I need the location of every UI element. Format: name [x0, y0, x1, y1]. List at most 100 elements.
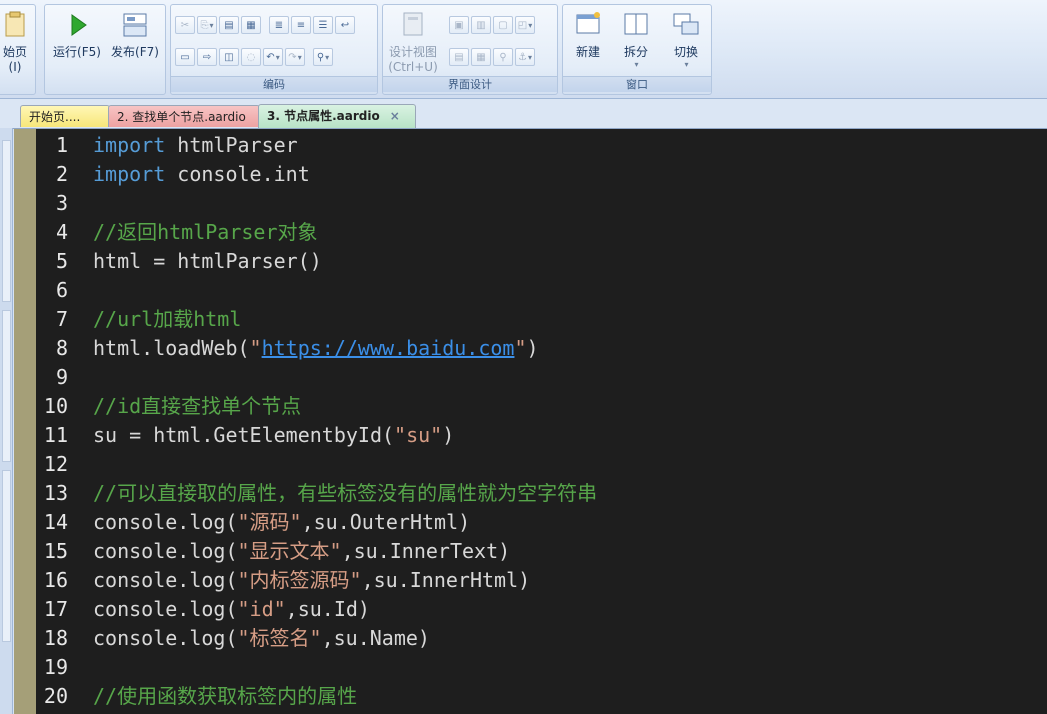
code-line[interactable]: 3: [56, 189, 1047, 218]
design-view-label: 设计视图: [388, 45, 437, 59]
side-panel-tab-3[interactable]: [2, 470, 11, 642]
line-number: 4: [55, 220, 68, 244]
line-number: 19: [43, 655, 68, 679]
clear-icon[interactable]: ◌: [241, 48, 261, 66]
split-button[interactable]: 拆分 ▾: [615, 11, 657, 69]
code-line[interactable]: 18 console.log("标签名",su.Name): [44, 624, 1047, 653]
tab-find-single-node[interactable]: 2. 查找单个节点.aardio: [108, 105, 260, 127]
code-line[interactable]: 16 console.log("内标签源码",su.InnerHtml): [44, 566, 1047, 595]
comment-icon[interactable]: ▭: [175, 48, 195, 66]
paste-icon[interactable]: ▤: [219, 16, 239, 34]
comment-token: //可以直接取的属性，有些标签没有的属性就为空字符串: [93, 481, 598, 505]
code-line[interactable]: 8 html.loadWeb("https://www.baidu.com"): [56, 334, 1047, 363]
url-link[interactable]: https://www.baidu.com: [262, 336, 515, 360]
close-tab-icon[interactable]: ×: [390, 109, 400, 123]
publish-button[interactable]: 发布(F7): [107, 11, 163, 60]
line-number: 20: [43, 684, 68, 708]
line-number: 3: [55, 191, 68, 215]
home-page-button[interactable]: 始页(I): [0, 11, 33, 74]
code-text: console.log(: [93, 597, 238, 621]
tab-node-properties-label: 3. 节点属性.aardio: [267, 109, 380, 123]
publish-label: 发布(F7): [111, 45, 159, 59]
code-text: ,su.OuterHtml): [301, 510, 471, 534]
window-group-label: 窗口: [563, 76, 711, 92]
code-text: su = html.GetElementbyId(: [93, 423, 395, 447]
code-line[interactable]: 10 //id直接查找单个节点: [44, 392, 1047, 421]
string-token: ": [514, 336, 527, 360]
code-line[interactable]: 6: [56, 276, 1047, 305]
code-line[interactable]: 5 html = htmlParser(): [56, 247, 1047, 276]
line-number: 15: [43, 539, 68, 563]
line-number: 18: [43, 626, 68, 650]
pin-icon[interactable]: ⚲: [493, 48, 513, 66]
code-text: console.int: [165, 162, 310, 186]
indent-icon[interactable]: ≣: [269, 16, 289, 34]
line-number: 10: [43, 394, 68, 418]
ribbon-group-start: 始页(I): [0, 4, 36, 95]
tab-node-properties[interactable]: 3. 节点属性.aardio ×: [258, 104, 416, 128]
line-number: 11: [43, 423, 68, 447]
code-text: html.loadWeb(: [93, 336, 250, 360]
switch-button[interactable]: 切换 ▾: [663, 11, 709, 69]
string-token: "标签名": [237, 626, 322, 650]
line-number: 2: [55, 162, 68, 186]
code-line[interactable]: 2 import console.int: [56, 160, 1047, 189]
ui-design-group-label: 界面设计: [383, 76, 557, 92]
anchor-icon[interactable]: ⚓ ▾: [515, 48, 535, 66]
redo-icon[interactable]: ↷ ▾: [285, 48, 305, 66]
code-line[interactable]: 19: [44, 653, 1047, 682]
table-icon[interactable]: ▦: [471, 48, 491, 66]
select-all-icon[interactable]: ▦: [241, 16, 261, 34]
ribbon-toolbar: 始页(I) 运行(F5) 发布(F7) ✂ ⎘ ▾ ▤ ▦ ≣ ≡ ☰ ↩ ▭ …: [0, 0, 1047, 99]
outdent-icon[interactable]: ≡: [291, 16, 311, 34]
line-number: 6: [55, 278, 68, 302]
cut-icon[interactable]: ✂: [175, 16, 195, 34]
string-token: "id": [237, 597, 286, 621]
code-line[interactable]: 4 //返回htmlParser对象: [56, 218, 1047, 247]
bookmark-icon[interactable]: ◫: [219, 48, 239, 66]
left-side-panel[interactable]: [0, 128, 13, 714]
code-text: console.log(: [93, 568, 238, 592]
run-button[interactable]: 运行(F5): [49, 11, 105, 60]
code-line[interactable]: 13 //可以直接取的属性，有些标签没有的属性就为空字符串: [44, 479, 1047, 508]
uncomment-icon[interactable]: ⇨: [197, 48, 217, 66]
code-line[interactable]: 15 console.log("显示文本",su.InnerText): [44, 537, 1047, 566]
code-line[interactable]: 20 //使用函数获取标签内的属性: [44, 682, 1047, 711]
side-panel-tab-1[interactable]: [2, 140, 11, 302]
ribbon-group-edit: ✂ ⎘ ▾ ▤ ▦ ≣ ≡ ☰ ↩ ▭ ⇨ ◫ ◌ ↶ ▾ ↷ ▾ ⚲ ▾ 编码: [170, 4, 378, 95]
code-editor[interactable]: 1 import htmlParser 2 import console.int 3 4 /…: [14, 129, 1047, 714]
code-line[interactable]: 1 import htmlParser: [56, 131, 1047, 160]
tab-start-page[interactable]: 开始页....: [20, 105, 110, 127]
side-panel-tab-2[interactable]: [2, 310, 11, 462]
size-icon[interactable]: ▤: [449, 48, 469, 66]
new-window-button[interactable]: 新建: [567, 11, 609, 60]
undo-icon[interactable]: ↶ ▾: [263, 48, 283, 66]
line-number: 13: [43, 481, 68, 505]
code-area[interactable]: 1 import htmlParser 2 import console.int 3 4 /…: [44, 131, 1047, 711]
wrap-icon[interactable]: ↩: [335, 16, 355, 34]
find-icon[interactable]: ⚲ ▾: [313, 48, 333, 66]
design-view-button[interactable]: 设计视图 (Ctrl+U): [385, 11, 441, 74]
comment-token: //id直接查找单个节点: [93, 394, 302, 418]
code-text: console.log(: [93, 626, 238, 650]
code-line[interactable]: 14 console.log("源码",su.OuterHtml): [44, 508, 1047, 537]
copy-icon[interactable]: ⎘ ▾: [197, 16, 217, 34]
layer-icon[interactable]: ◰ ▾: [515, 16, 535, 34]
format-icon[interactable]: ☰: [313, 16, 333, 34]
code-line[interactable]: 9: [56, 363, 1047, 392]
keyword-token: import: [93, 133, 166, 157]
code-line[interactable]: 17 console.log("id",su.Id): [44, 595, 1047, 624]
code-line[interactable]: 7 //url加载html: [56, 305, 1047, 334]
code-text: htmlParser: [165, 133, 298, 157]
line-number: 16: [43, 568, 68, 592]
code-line[interactable]: 11 su = html.GetElementbyId("su"): [44, 421, 1047, 450]
home-page-icon: [5, 11, 25, 37]
new-window-icon: [576, 12, 600, 34]
align-icon[interactable]: ▣: [449, 16, 469, 34]
grid-icon[interactable]: ▥: [471, 16, 491, 34]
frame-icon[interactable]: ▢: [493, 16, 513, 34]
line-number: 8: [55, 336, 68, 360]
comment-token: //返回htmlParser对象: [93, 220, 318, 244]
code-line[interactable]: 12: [44, 450, 1047, 479]
code-text: html = htmlParser(): [93, 249, 322, 273]
